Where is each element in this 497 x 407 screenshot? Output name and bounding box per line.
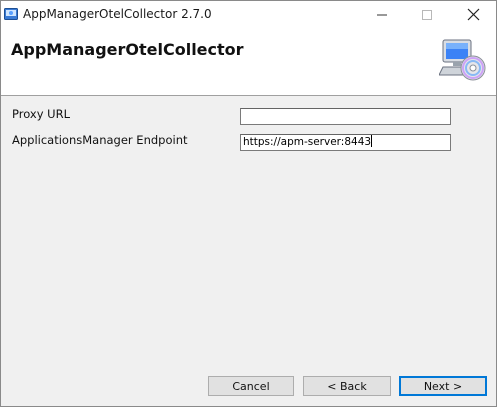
installer-app-icon [4, 8, 18, 20]
proxy-url-label: Proxy URL [12, 107, 70, 121]
endpoint-input-value: https://apm-server:8443 [243, 136, 372, 148]
cancel-button[interactable]: Cancel [208, 376, 294, 396]
page-title: AppManagerOtelCollector [11, 40, 244, 59]
installer-window: AppManagerOtelCollector 2.7.0 AppManager… [0, 0, 497, 407]
maximize-icon [422, 9, 432, 20]
proxy-url-input[interactable] [240, 108, 451, 125]
wizard-header: AppManagerOtelCollector [1, 28, 496, 96]
text-caret [371, 135, 373, 147]
minimize-icon [377, 14, 387, 15]
close-icon [467, 8, 479, 21]
maximize-button[interactable] [404, 1, 450, 28]
back-button[interactable]: < Back [303, 376, 391, 396]
minimize-button[interactable] [359, 1, 405, 28]
window-title: AppManagerOtelCollector 2.7.0 [23, 7, 212, 21]
next-button[interactable]: Next > [399, 376, 487, 396]
endpoint-label: ApplicationsManager Endpoint [12, 133, 188, 147]
computer-cd-install-icon [439, 39, 486, 81]
endpoint-input[interactable]: https://apm-server:8443 [240, 134, 451, 151]
close-button[interactable] [450, 1, 496, 28]
title-bar[interactable]: AppManagerOtelCollector 2.7.0 [1, 1, 496, 28]
